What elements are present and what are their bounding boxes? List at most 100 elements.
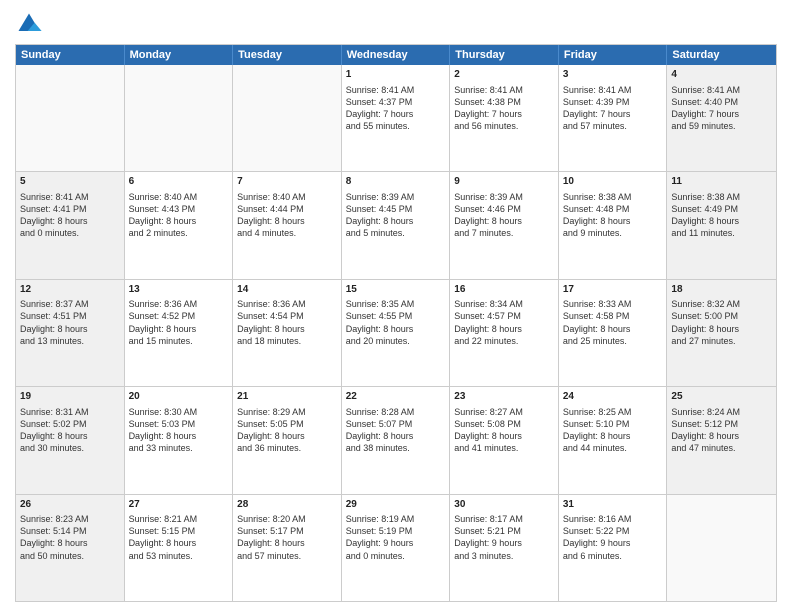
day-number: 9 — [454, 175, 554, 189]
cal-cell: 28Sunrise: 8:20 AMSunset: 5:17 PMDayligh… — [233, 495, 342, 601]
day-number: 10 — [563, 175, 663, 189]
day-number: 19 — [20, 390, 120, 404]
day-text: Daylight: 8 hours — [563, 323, 663, 335]
day-number: 24 — [563, 390, 663, 404]
day-text: and 47 minutes. — [671, 442, 772, 454]
day-number: 16 — [454, 283, 554, 297]
day-number: 31 — [563, 498, 663, 512]
cal-cell: 13Sunrise: 8:36 AMSunset: 4:52 PMDayligh… — [125, 280, 234, 386]
day-text: Sunrise: 8:21 AM — [129, 513, 229, 525]
header-day-saturday: Saturday — [667, 45, 776, 65]
day-text: and 0 minutes. — [20, 227, 120, 239]
day-text: and 56 minutes. — [454, 120, 554, 132]
day-number: 14 — [237, 283, 337, 297]
day-text: Sunset: 4:40 PM — [671, 96, 772, 108]
day-text: Sunrise: 8:28 AM — [346, 406, 446, 418]
day-text: and 50 minutes. — [20, 550, 120, 562]
day-text: Daylight: 8 hours — [454, 430, 554, 442]
cal-cell: 31Sunrise: 8:16 AMSunset: 5:22 PMDayligh… — [559, 495, 668, 601]
day-text: Sunset: 5:14 PM — [20, 525, 120, 537]
day-text: Daylight: 7 hours — [563, 108, 663, 120]
day-text: Daylight: 8 hours — [237, 537, 337, 549]
day-text: Sunrise: 8:17 AM — [454, 513, 554, 525]
day-text: and 3 minutes. — [454, 550, 554, 562]
day-text: Sunrise: 8:32 AM — [671, 298, 772, 310]
day-text: Sunrise: 8:33 AM — [563, 298, 663, 310]
day-text: and 6 minutes. — [563, 550, 663, 562]
header-day-thursday: Thursday — [450, 45, 559, 65]
day-number: 28 — [237, 498, 337, 512]
day-text: Sunrise: 8:20 AM — [237, 513, 337, 525]
cal-cell: 12Sunrise: 8:37 AMSunset: 4:51 PMDayligh… — [16, 280, 125, 386]
week-row-3: 19Sunrise: 8:31 AMSunset: 5:02 PMDayligh… — [16, 386, 776, 493]
day-text: Sunrise: 8:29 AM — [237, 406, 337, 418]
day-text: and 22 minutes. — [454, 335, 554, 347]
day-text: Sunset: 5:19 PM — [346, 525, 446, 537]
day-text: Daylight: 8 hours — [563, 430, 663, 442]
day-text: Sunrise: 8:35 AM — [346, 298, 446, 310]
day-text: Sunrise: 8:19 AM — [346, 513, 446, 525]
cal-cell: 27Sunrise: 8:21 AMSunset: 5:15 PMDayligh… — [125, 495, 234, 601]
day-text: and 9 minutes. — [563, 227, 663, 239]
day-text: Sunrise: 8:41 AM — [563, 84, 663, 96]
week-row-2: 12Sunrise: 8:37 AMSunset: 4:51 PMDayligh… — [16, 279, 776, 386]
day-text: and 53 minutes. — [129, 550, 229, 562]
day-text: Sunset: 4:57 PM — [454, 310, 554, 322]
day-text: Daylight: 8 hours — [346, 323, 446, 335]
day-number: 15 — [346, 283, 446, 297]
page: SundayMondayTuesdayWednesdayThursdayFrid… — [0, 0, 792, 612]
day-text: Sunset: 4:48 PM — [563, 203, 663, 215]
cal-cell: 4Sunrise: 8:41 AMSunset: 4:40 PMDaylight… — [667, 65, 776, 171]
logo-icon — [15, 10, 43, 38]
day-text: Sunset: 5:12 PM — [671, 418, 772, 430]
day-text: Daylight: 7 hours — [346, 108, 446, 120]
cal-cell: 26Sunrise: 8:23 AMSunset: 5:14 PMDayligh… — [16, 495, 125, 601]
cal-cell: 11Sunrise: 8:38 AMSunset: 4:49 PMDayligh… — [667, 172, 776, 278]
day-text: and 59 minutes. — [671, 120, 772, 132]
calendar-body: 1Sunrise: 8:41 AMSunset: 4:37 PMDaylight… — [16, 65, 776, 601]
cal-cell: 7Sunrise: 8:40 AMSunset: 4:44 PMDaylight… — [233, 172, 342, 278]
day-text: Daylight: 8 hours — [20, 537, 120, 549]
day-text: Sunset: 5:15 PM — [129, 525, 229, 537]
day-text: Sunrise: 8:38 AM — [563, 191, 663, 203]
day-number: 2 — [454, 68, 554, 82]
day-text: and 4 minutes. — [237, 227, 337, 239]
cal-cell: 1Sunrise: 8:41 AMSunset: 4:37 PMDaylight… — [342, 65, 451, 171]
cal-cell: 25Sunrise: 8:24 AMSunset: 5:12 PMDayligh… — [667, 387, 776, 493]
day-text: Sunrise: 8:38 AM — [671, 191, 772, 203]
day-text: Sunset: 5:22 PM — [563, 525, 663, 537]
day-number: 23 — [454, 390, 554, 404]
day-text: Sunrise: 8:30 AM — [129, 406, 229, 418]
day-text: Sunset: 5:02 PM — [20, 418, 120, 430]
day-text: Sunrise: 8:23 AM — [20, 513, 120, 525]
day-text: Daylight: 7 hours — [454, 108, 554, 120]
day-number: 18 — [671, 283, 772, 297]
day-text: Sunrise: 8:36 AM — [129, 298, 229, 310]
cal-cell — [667, 495, 776, 601]
day-text: Sunset: 4:41 PM — [20, 203, 120, 215]
day-text: Daylight: 9 hours — [454, 537, 554, 549]
cal-cell: 15Sunrise: 8:35 AMSunset: 4:55 PMDayligh… — [342, 280, 451, 386]
day-text: Sunrise: 8:40 AM — [129, 191, 229, 203]
day-text: and 27 minutes. — [671, 335, 772, 347]
day-text: and 57 minutes. — [237, 550, 337, 562]
day-text: Daylight: 8 hours — [129, 430, 229, 442]
day-text: Sunset: 4:58 PM — [563, 310, 663, 322]
day-text: and 57 minutes. — [563, 120, 663, 132]
cal-cell: 20Sunrise: 8:30 AMSunset: 5:03 PMDayligh… — [125, 387, 234, 493]
day-text: Sunset: 5:21 PM — [454, 525, 554, 537]
day-number: 12 — [20, 283, 120, 297]
day-number: 20 — [129, 390, 229, 404]
cal-cell: 30Sunrise: 8:17 AMSunset: 5:21 PMDayligh… — [450, 495, 559, 601]
cal-cell: 29Sunrise: 8:19 AMSunset: 5:19 PMDayligh… — [342, 495, 451, 601]
day-text: Daylight: 8 hours — [671, 430, 772, 442]
day-text: Sunset: 4:55 PM — [346, 310, 446, 322]
day-number: 5 — [20, 175, 120, 189]
day-text: Daylight: 8 hours — [129, 537, 229, 549]
day-text: and 20 minutes. — [346, 335, 446, 347]
day-text: Sunrise: 8:41 AM — [671, 84, 772, 96]
header-day-monday: Monday — [125, 45, 234, 65]
day-text: Sunset: 4:37 PM — [346, 96, 446, 108]
day-text: Sunset: 4:49 PM — [671, 203, 772, 215]
day-text: and 18 minutes. — [237, 335, 337, 347]
